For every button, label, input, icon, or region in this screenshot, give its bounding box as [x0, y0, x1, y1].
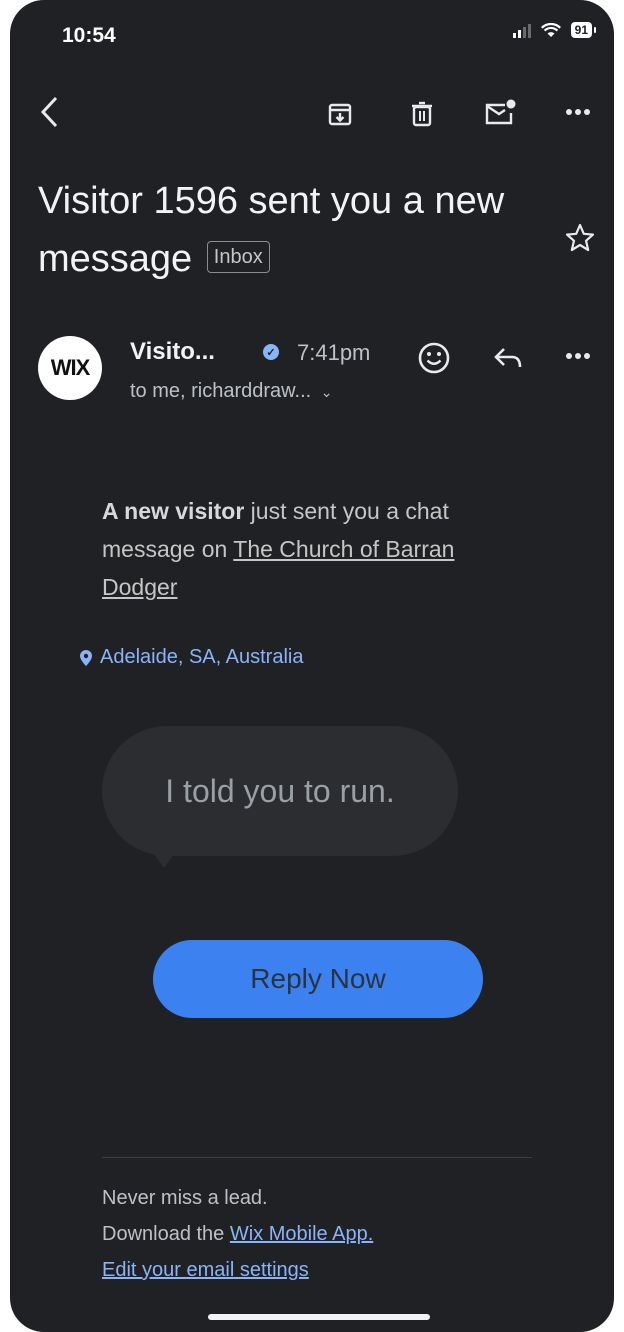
chevron-left-icon [40, 96, 58, 128]
email-footer: Never miss a lead. Download the Wix Mobi… [102, 1180, 373, 1288]
smiley-icon [418, 342, 450, 374]
signal-icon [512, 22, 531, 38]
chevron-down-icon: ⌄ [320, 384, 333, 400]
status-time: 10:54 [62, 24, 116, 47]
wifi-icon [540, 22, 561, 37]
home-indicator[interactable] [208, 1314, 430, 1320]
intro-bold-text: A new visitor [102, 498, 245, 524]
reply-now-button[interactable]: Reply Now [153, 940, 483, 1018]
sender-avatar[interactable]: WIX [38, 336, 102, 400]
more-horizontal-icon [566, 353, 590, 359]
star-button[interactable] [560, 218, 600, 258]
email-body-intro: A new visitor just sent you a chat messa… [102, 492, 522, 606]
trash-icon [412, 101, 432, 127]
verified-badge-icon: ✓ [263, 344, 279, 360]
footer-line-3: Edit your email settings [102, 1252, 373, 1288]
recipients-text: to me, richarddraw... [130, 380, 312, 402]
email-screen: 10:54 91 Visitor 1596 sent you a new mes… [10, 0, 614, 1332]
footer-line-2: Download the Wix Mobile App. [102, 1216, 373, 1252]
location-pin-icon [80, 649, 92, 666]
subject-text: Visitor 1596 sent you a new message [38, 180, 505, 280]
delete-button[interactable] [404, 96, 440, 132]
wix-mobile-app-link[interactable]: Wix Mobile App. [230, 1223, 373, 1245]
inbox-label-chip[interactable]: Inbox [206, 240, 270, 273]
mark-unread-button[interactable] [480, 94, 520, 132]
more-options-button[interactable] [560, 100, 596, 124]
email-time: 7:41pm [297, 340, 371, 365]
email-subject: Visitor 1596 sent you a new message Inbo… [38, 172, 558, 288]
back-button[interactable] [30, 92, 70, 132]
status-icons: 91 [512, 22, 597, 38]
archive-icon [328, 103, 352, 126]
edit-email-settings-link[interactable]: Edit your email settings [102, 1259, 309, 1281]
battery-indicator: 91 [570, 22, 597, 38]
visitor-location: Adelaide, SA, Australia [80, 646, 303, 669]
archive-button[interactable] [322, 96, 358, 132]
chat-bubble-tail [150, 848, 178, 868]
footer-download-text: Download the [102, 1223, 230, 1245]
reply-button[interactable] [486, 338, 530, 378]
star-icon [565, 223, 595, 252]
footer-line-1: Never miss a lead. [102, 1187, 268, 1209]
chat-message-text: I told you to run. [165, 772, 395, 809]
mail-unread-icon [485, 99, 516, 125]
location-text: Adelaide, SA, Australia [100, 646, 304, 668]
message-more-button[interactable] [560, 344, 596, 368]
more-horizontal-icon [566, 109, 590, 115]
emoji-react-button[interactable] [412, 336, 456, 380]
footer-divider [102, 1157, 532, 1158]
sender-name[interactable]: Visito... [130, 338, 215, 366]
chat-message-bubble: I told you to run. [102, 726, 458, 856]
recipients-dropdown[interactable]: to me, richarddraw... ⌄ [130, 380, 332, 403]
reply-icon [494, 348, 522, 368]
